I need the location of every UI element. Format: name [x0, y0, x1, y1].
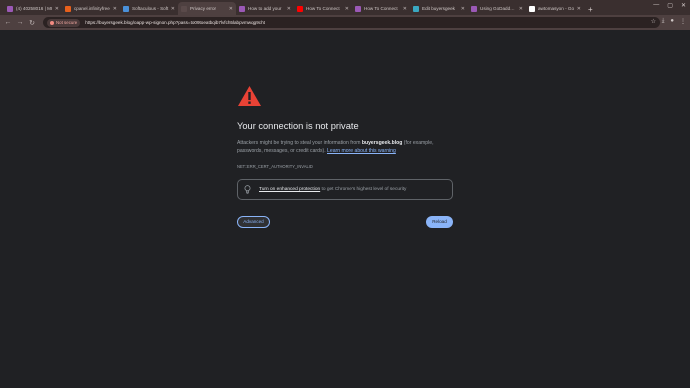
tab-favicon-icon	[413, 5, 419, 12]
enhanced-protection-text: Turn on enhanced protection to get Chrom…	[259, 187, 406, 192]
tab-favicon-icon	[297, 5, 303, 12]
menu-icon[interactable]: ⋮	[680, 18, 686, 25]
tab-6[interactable]: How To Connect ✕	[352, 2, 410, 15]
tab-close-icon[interactable]: ✕	[577, 6, 581, 12]
tab-label: Softaculous - Soft	[132, 6, 169, 11]
page-title: Your connection is not private	[237, 121, 359, 131]
tab-5[interactable]: How To Connect ✕	[294, 2, 352, 15]
learn-more-link[interactable]: Learn more about this warning	[327, 148, 396, 154]
site-domain: buyersgeek.blog	[361, 140, 403, 146]
tab-favicon-icon	[471, 5, 477, 12]
maximize-icon[interactable]: ▢	[667, 2, 673, 9]
tab-list: (4) 40258016 | MI ✕ cpanel.infinityfree ✕ So…	[4, 2, 584, 15]
bookmark-star-icon[interactable]: ☆	[651, 18, 656, 25]
tab-close-icon[interactable]: ✕	[403, 6, 407, 12]
address-bar[interactable]: Not secure https://buyersgeek.blog/oapp-…	[43, 17, 660, 28]
new-tab-icon[interactable]: +	[584, 5, 597, 15]
download-icon[interactable]: ⤓	[662, 18, 665, 25]
tab-favicon-icon	[181, 5, 187, 12]
warning-icon	[50, 20, 54, 25]
tab-favicon-icon	[123, 5, 129, 12]
tab-7[interactable]: Edit buyersgeek ✕	[410, 2, 468, 15]
window-controls: — ▢ ✕	[653, 2, 686, 9]
page-content: Your connection is not private Attackers…	[0, 30, 690, 388]
tab-2[interactable]: Softaculous - Soft ✕	[120, 2, 178, 15]
tab-label: How To Connect	[364, 6, 398, 11]
tab-3[interactable]: Privacy error ✕	[178, 2, 236, 15]
explanation-text: Attackers might be trying to steal your …	[237, 140, 457, 156]
security-label: Not secure	[56, 20, 78, 25]
back-icon[interactable]: ←	[2, 19, 14, 26]
button-row: Advanced Reload	[237, 215, 453, 229]
advanced-button[interactable]: Advanced	[237, 215, 270, 228]
tab-8[interactable]: Using GoDaddy D ✕	[468, 2, 526, 15]
tab-0[interactable]: (4) 40258016 | MI ✕	[4, 2, 62, 15]
close-window-icon[interactable]: ✕	[681, 2, 686, 9]
url-text[interactable]: https://buyersgeek.blog/oapp-wp-signon.p…	[85, 20, 265, 25]
tab-favicon-icon	[529, 5, 535, 12]
error-code: NET::ERR_CERT_AUTHORITY_INVALID	[237, 163, 313, 169]
reload-button[interactable]: Reload	[426, 215, 453, 228]
tab-close-icon[interactable]: ✕	[519, 6, 523, 12]
tab-label: Privacy error	[190, 6, 217, 11]
explanation-prefix: Attackers might be trying to steal your …	[237, 140, 362, 146]
interstitial: Your connection is not private Attackers…	[237, 85, 457, 229]
tab-favicon-icon	[355, 5, 361, 12]
profile-icon[interactable]: ●	[670, 18, 674, 25]
warning-triangle-icon	[238, 86, 261, 106]
tab-close-icon[interactable]: ✕	[171, 6, 175, 12]
toolbar-actions: ⤓ ● ⋮	[662, 18, 686, 25]
tab-label: cpanel.infinityfree	[74, 6, 110, 11]
tab-label: How To Connect	[306, 6, 340, 11]
tab-close-icon[interactable]: ✕	[345, 6, 349, 12]
minimize-icon[interactable]: —	[653, 2, 659, 9]
toolbar: ← → ↻ Not secure https://buyersgeek.blog…	[0, 15, 690, 30]
tab-label: awtomasyon - Go	[538, 6, 574, 11]
tab-strip: (4) 40258016 | MI ✕ cpanel.infinityfree ✕ So…	[0, 0, 690, 15]
forward-icon[interactable]: →	[14, 19, 26, 26]
tab-favicon-icon	[65, 5, 71, 12]
reload-icon[interactable]: ↻	[26, 19, 38, 27]
tab-favicon-icon	[7, 5, 13, 12]
enhanced-protection-box: Turn on enhanced protection to get Chrom…	[237, 178, 453, 200]
tab-label: Using GoDaddy D	[480, 6, 517, 11]
tab-9[interactable]: awtomasyon - Go ✕	[526, 2, 584, 15]
tab-label: How to add your	[248, 6, 282, 11]
tab-label: Edit buyersgeek	[422, 6, 455, 11]
enhanced-protection-rest: to get Chrome's highest level of securit…	[320, 186, 407, 192]
tab-1[interactable]: cpanel.infinityfree ✕	[62, 2, 120, 15]
tab-label: (4) 40258016 | MI	[16, 6, 53, 11]
tab-close-icon[interactable]: ✕	[229, 6, 233, 12]
tab-favicon-icon	[239, 5, 245, 12]
security-chip[interactable]: Not secure	[47, 18, 81, 27]
tab-close-icon[interactable]: ✕	[461, 6, 465, 12]
tab-close-icon[interactable]: ✕	[113, 6, 117, 12]
tab-close-icon[interactable]: ✕	[287, 6, 291, 12]
enhanced-protection-link[interactable]: Turn on enhanced protection	[259, 187, 320, 192]
lightbulb-icon	[244, 185, 251, 194]
tab-4[interactable]: How to add your ✕	[236, 2, 294, 15]
tab-close-icon[interactable]: ✕	[55, 6, 59, 12]
